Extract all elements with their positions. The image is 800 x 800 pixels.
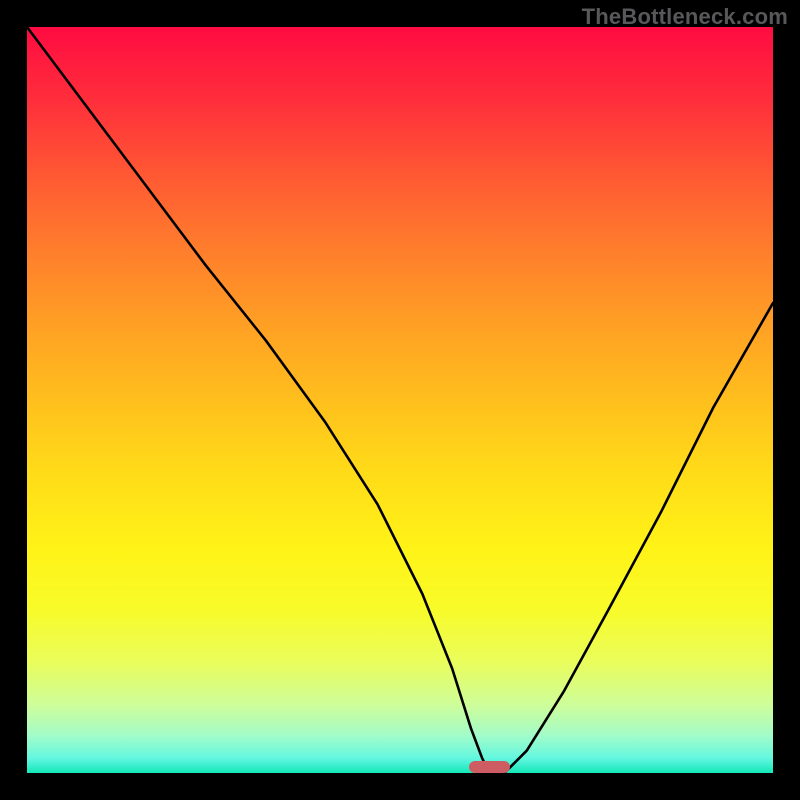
optimal-marker: [469, 761, 511, 773]
bottleneck-curve: [27, 27, 773, 773]
plot-area: [27, 27, 773, 773]
chart-frame: TheBottleneck.com: [0, 0, 800, 800]
watermark-text: TheBottleneck.com: [582, 4, 788, 30]
